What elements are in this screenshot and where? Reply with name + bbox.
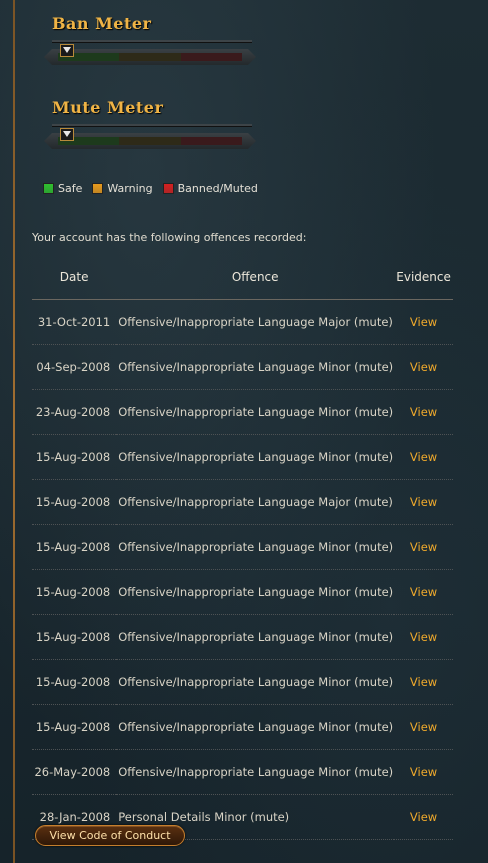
evidence-cell: View: [394, 749, 453, 795]
view-evidence-link[interactable]: View: [410, 360, 437, 374]
ban-meter-rule: [52, 40, 252, 43]
offence-description: Offensive/Inappropriate Language Minor (…: [116, 524, 395, 570]
mute-meter-rule: [52, 124, 252, 127]
table-header-row: Date Offence Evidence: [32, 255, 453, 300]
column-header-date: Date: [32, 255, 117, 300]
ban-meter-segments: [58, 53, 242, 61]
evidence-cell: View: [394, 299, 453, 345]
offence-description: Offensive/Inappropriate Language Minor (…: [116, 614, 395, 660]
evidence-cell: View: [394, 434, 453, 480]
banned-swatch-icon: [162, 183, 174, 194]
offence-date: 15-Aug-2008: [32, 659, 117, 705]
table-row: 15-Aug-2008 Offensive/Inappropriate Langu…: [32, 479, 453, 525]
offence-description: Offensive/Inappropriate Language Minor (…: [116, 659, 395, 705]
table-row: 15-Aug-2008 Offensive/Inappropriate Langu…: [32, 614, 453, 660]
mute-meter-title: Mute Meter: [52, 98, 164, 117]
legend-banned-muted: Banned/Muted: [162, 182, 258, 195]
offence-date: 23-Aug-2008: [32, 389, 117, 435]
table-row: 15-Aug-2008 Offensive/Inappropriate Langu…: [32, 524, 453, 570]
offence-date: 15-Aug-2008: [32, 614, 117, 660]
evidence-cell: View: [394, 479, 453, 525]
offences-intro-text: Your account has the following offences …: [32, 231, 307, 244]
legend-safe-label: Safe: [58, 182, 83, 195]
offence-date: 15-Aug-2008: [32, 569, 117, 615]
table-row: 23-Aug-2008 Offensive/Inappropriate Langu…: [32, 389, 453, 435]
column-header-offence: Offence: [116, 255, 395, 300]
evidence-cell: View: [394, 524, 453, 570]
view-evidence-link[interactable]: View: [410, 540, 437, 554]
table-row: 15-Aug-2008 Offensive/Inappropriate Langu…: [32, 659, 453, 705]
mute-meter-pointer-icon: [60, 128, 75, 141]
offence-description: Offensive/Inappropriate Language Minor (…: [116, 344, 395, 390]
offences-table: Date Offence Evidence 31-Oct-2011 Offensi…: [32, 255, 453, 840]
warning-swatch-icon: [92, 183, 104, 194]
left-border-rule: [13, 0, 15, 863]
table-row: 15-Aug-2008 Offensive/Inappropriate Langu…: [32, 569, 453, 615]
offence-date: 31-Oct-2011: [32, 299, 117, 345]
offence-date: 15-Aug-2008: [32, 434, 117, 480]
table-row: 15-Aug-2008 Offensive/Inappropriate Langu…: [32, 434, 453, 480]
table-row: 31-Oct-2011 Offensive/Inappropriate Langu…: [32, 299, 453, 345]
mute-meter-warning-zone: [119, 137, 181, 145]
view-evidence-link[interactable]: View: [410, 315, 437, 329]
mute-meter-segments: [58, 137, 242, 145]
offence-date: 04-Sep-2008: [32, 344, 117, 390]
offence-description: Offensive/Inappropriate Language Minor (…: [116, 434, 395, 480]
offence-description: Offensive/Inappropriate Language Minor (…: [116, 749, 395, 795]
ban-meter-warning-zone: [119, 53, 181, 61]
mute-meter: [44, 124, 256, 154]
view-evidence-link[interactable]: View: [410, 450, 437, 464]
view-evidence-link[interactable]: View: [410, 765, 437, 779]
safe-swatch-icon: [43, 183, 54, 194]
evidence-cell: View: [394, 344, 453, 390]
table-row: 26-May-2008 Offensive/Inappropriate Langu…: [32, 749, 453, 795]
offence-description: Offensive/Inappropriate Language Major (…: [116, 299, 395, 345]
offence-description: Offensive/Inappropriate Language Minor (…: [116, 704, 395, 750]
mute-meter-banned-zone: [180, 137, 242, 145]
legend-warning: Warning: [92, 182, 153, 195]
view-evidence-link[interactable]: View: [410, 585, 437, 599]
column-header-evidence: Evidence: [394, 255, 453, 300]
evidence-cell: View: [394, 704, 453, 750]
offence-description: Offensive/Inappropriate Language Minor (…: [116, 569, 395, 615]
offence-description: Offensive/Inappropriate Language Minor (…: [116, 389, 395, 435]
legend-safe: Safe: [43, 182, 82, 195]
offence-date: 26-May-2008: [32, 749, 117, 795]
view-code-of-conduct-button[interactable]: View Code of Conduct: [35, 825, 185, 846]
ban-meter-banned-zone: [180, 53, 242, 61]
view-evidence-link[interactable]: View: [410, 720, 437, 734]
evidence-cell: View: [394, 389, 453, 435]
view-evidence-link[interactable]: View: [410, 810, 437, 824]
legend-banned-label: Banned/Muted: [177, 182, 258, 195]
ban-meter-title: Ban Meter: [52, 14, 152, 33]
ban-meter: [44, 40, 256, 70]
evidence-cell: View: [394, 659, 453, 705]
offence-description: Offensive/Inappropriate Language Major (…: [116, 479, 395, 525]
table-row: 04-Sep-2008 Offensive/Inappropriate Langu…: [32, 344, 453, 390]
ban-meter-pointer-icon: [60, 44, 75, 57]
legend-warning-label: Warning: [107, 182, 153, 195]
view-evidence-link[interactable]: View: [410, 630, 437, 644]
view-evidence-link[interactable]: View: [410, 405, 437, 419]
evidence-cell: View: [394, 794, 453, 840]
view-evidence-link[interactable]: View: [410, 675, 437, 689]
evidence-cell: View: [394, 614, 453, 660]
offence-date: 15-Aug-2008: [32, 479, 117, 525]
table-row: 15-Aug-2008 Offensive/Inappropriate Langu…: [32, 704, 453, 750]
offence-date: 15-Aug-2008: [32, 524, 117, 570]
evidence-cell: View: [394, 569, 453, 615]
offence-date: 15-Aug-2008: [32, 704, 117, 750]
meter-legend: Safe Warning Banned/Muted: [43, 182, 268, 195]
view-evidence-link[interactable]: View: [410, 495, 437, 509]
